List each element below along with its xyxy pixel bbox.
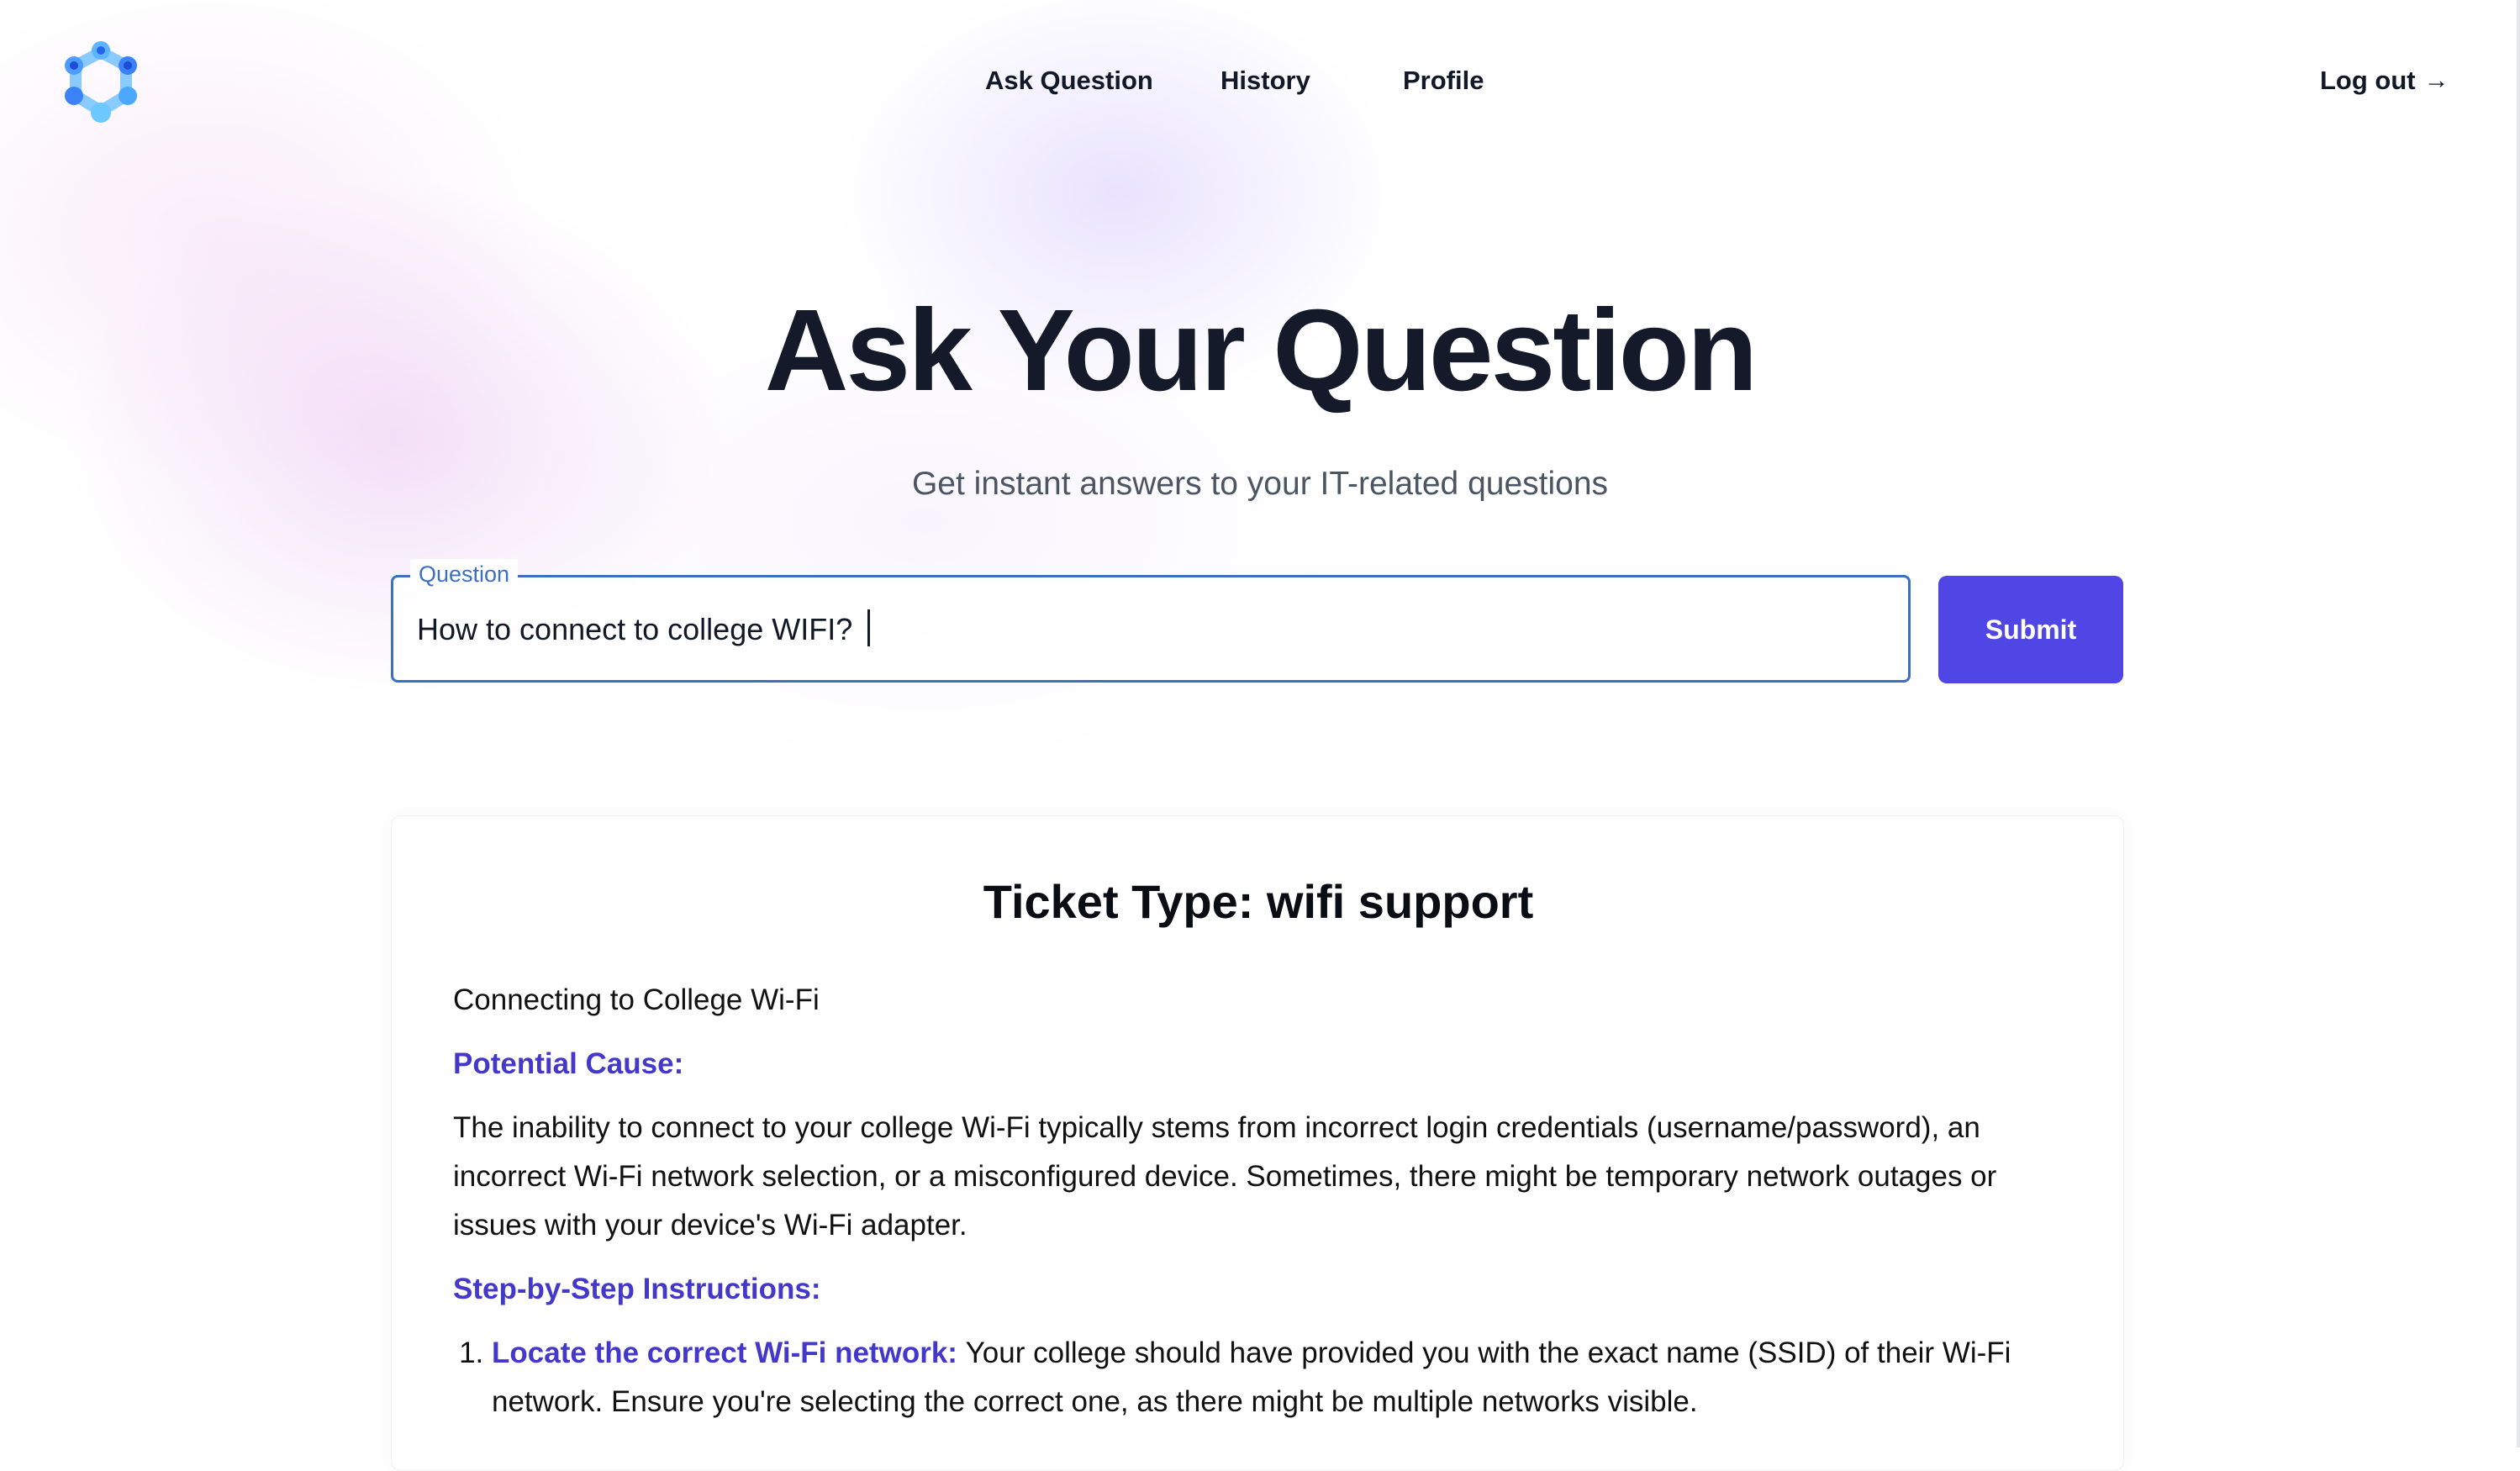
text-caret [867, 609, 870, 646]
question-field: Question [391, 559, 1911, 683]
app-logo-icon[interactable] [59, 40, 143, 124]
page-subtitle: Get instant answers to your IT-related q… [911, 466, 1609, 502]
instruction-step: Locate the correct Wi-Fi network: Your c… [492, 1329, 2075, 1426]
step-title: Locate the correct Wi-Fi network: [492, 1337, 966, 1369]
window-edge [2517, 0, 2520, 1447]
submit-button[interactable]: Submit [1938, 576, 2123, 683]
answer-card: Ticket Type: wifi support Connecting to … [391, 815, 2124, 1471]
answer-heading: Connecting to College Wi-Fi [453, 983, 820, 1016]
answer-body: Connecting to College Wi-Fi Potential Ca… [453, 976, 2075, 1426]
nav-item-profile[interactable]: Profile [1403, 61, 1529, 101]
main-nav: Ask Question History Profile [985, 61, 1529, 101]
ticket-type-title: Ticket Type: wifi support [983, 875, 1534, 928]
page-title: Ask Your Question [764, 286, 1758, 415]
instructions-list: Locate the correct Wi-Fi network: Your c… [453, 1329, 2075, 1426]
logout-label: Log out [2320, 66, 2416, 95]
potential-cause-text: The inability to connect to your college… [453, 1111, 1997, 1242]
instructions-heading: Step-by-Step Instructions: [453, 1273, 821, 1305]
top-navigation-bar: Ask Question History Profile Log out → [0, 0, 2520, 168]
nav-item-ask-question[interactable]: Ask Question [985, 61, 1220, 101]
logout-button[interactable]: Log out → [2320, 61, 2449, 101]
question-input[interactable] [417, 603, 1879, 656]
arrow-right-icon: → [2423, 66, 2449, 94]
potential-cause-heading: Potential Cause: [453, 1047, 684, 1080]
question-field-label: Question [410, 559, 519, 589]
nav-item-history[interactable]: History [1220, 61, 1403, 101]
